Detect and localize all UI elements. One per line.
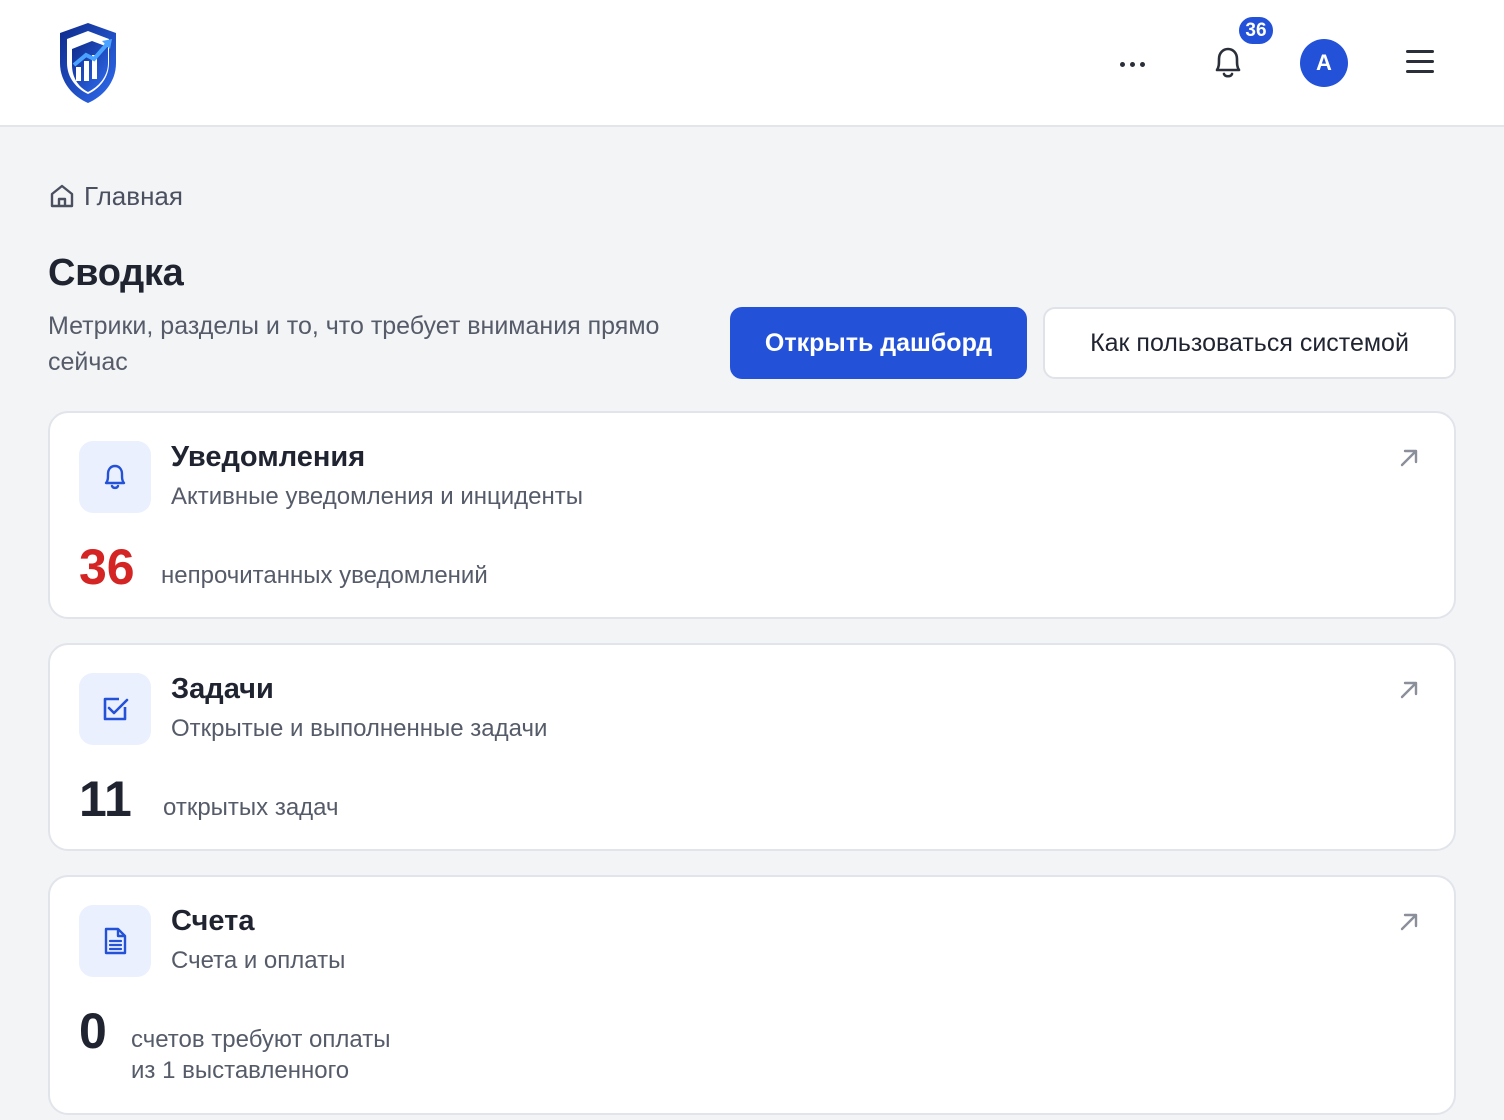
dot-icon [1129,61,1135,67]
card-icon-box [79,441,151,513]
open-tasks-count: 11 [79,771,132,827]
more-options-button[interactable] [1112,44,1152,84]
invoices-card[interactable]: Счета Счета и оплаты 0 счетов требуют оп… [48,875,1456,1115]
card-title: Счета [171,905,255,937]
bell-icon [1215,47,1241,78]
tasks-card[interactable]: Задачи Открытые и выполненные задачи 11 … [48,643,1456,851]
card-value-label: счетов требуют оплаты [131,1026,391,1053]
top-bar: 36 A [0,0,1504,127]
notifications-count-badge: 36 [1236,14,1276,47]
card-title: Уведомления [171,441,366,473]
page-title: Сводка [48,252,184,294]
document-icon [104,927,127,955]
card-value-sublabel: из 1 выставленного [131,1057,350,1084]
shield-chart-logo-icon[interactable] [56,21,120,105]
card-icon-box [79,905,151,977]
dot-icon [1119,61,1125,67]
notifications-card[interactable]: Уведомления Активные уведомления и инцид… [48,411,1456,619]
menu-line [1406,70,1434,73]
arrow-up-right-icon[interactable] [1396,445,1422,471]
hamburger-menu-button[interactable] [1402,46,1438,80]
card-description: Активные уведомления и инциденты [171,483,584,510]
dot-icon [1139,61,1145,67]
card-description: Открытые и выполненные задачи [171,715,548,742]
unpaid-invoices-count: 0 [79,1003,107,1059]
menu-line [1406,60,1434,63]
card-value-label: открытых задач [163,794,339,821]
arrow-up-right-icon[interactable] [1396,677,1422,703]
home-icon[interactable] [48,182,76,210]
card-title: Задачи [171,673,274,705]
open-dashboard-button[interactable]: Открыть дашборд [730,307,1027,379]
arrow-up-right-icon[interactable] [1396,909,1422,935]
card-icon-box [79,673,151,745]
menu-line [1406,50,1434,53]
breadcrumb: Главная [48,178,183,214]
card-value-label: непрочитанных уведомлений [161,562,488,589]
notifications-button[interactable] [1205,40,1251,86]
checkbox-icon [103,697,129,721]
user-avatar[interactable]: A [1300,39,1348,87]
bell-icon [104,464,126,490]
how-to-use-button[interactable]: Как пользоваться системой [1043,307,1456,379]
card-description: Счета и оплаты [171,947,346,974]
page-subtitle: Метрики, разделы и то, что требует внима… [48,312,660,376]
breadcrumb-home-link[interactable]: Главная [84,181,183,212]
unread-notifications-count: 36 [79,539,135,595]
